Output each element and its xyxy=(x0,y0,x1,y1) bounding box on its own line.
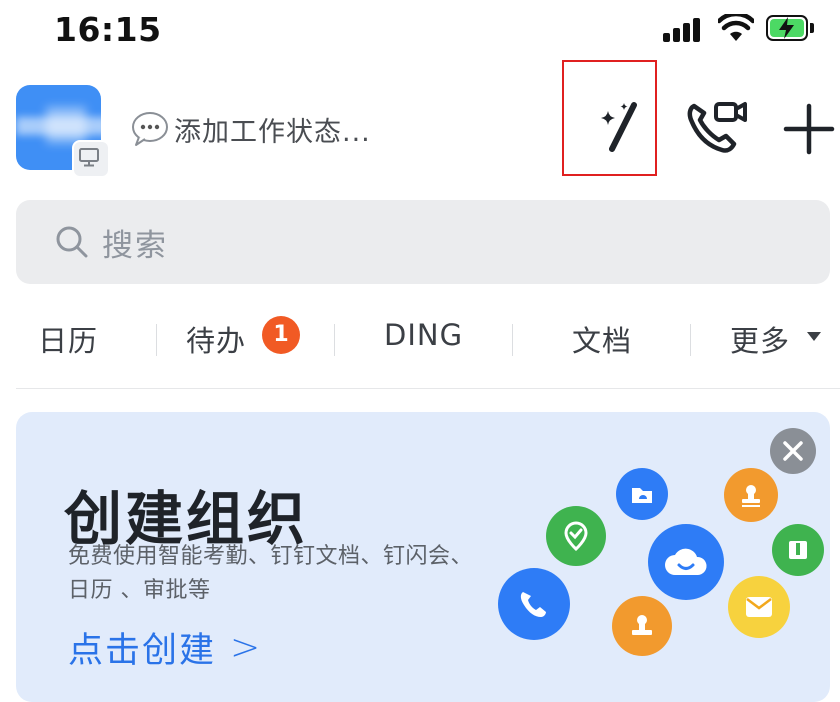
tab-divider xyxy=(512,324,513,356)
battery-charging-icon xyxy=(766,15,814,43)
cloud-drive-icon xyxy=(616,468,668,520)
location-check-icon xyxy=(546,506,606,566)
tab-todo[interactable]: 待办 xyxy=(186,318,246,360)
banner-description-line: 免费使用智能考勤、钉钉文档、钉闪会、 xyxy=(68,544,474,569)
stamp-icon xyxy=(612,596,672,656)
quick-tabs: 日历 待办 1 DING 文档 更多 xyxy=(0,310,840,370)
tab-divider xyxy=(690,324,691,356)
search-placeholder: 搜索 xyxy=(102,227,168,264)
create-org-banner[interactable]: 创建组织 免费使用智能考勤、钉钉文档、钉闪会、 日历 、审批等 点击创建 > xyxy=(16,412,830,702)
approval-stamp-icon xyxy=(724,468,778,522)
ai-magic-wand-icon[interactable] xyxy=(590,97,642,153)
book-icon xyxy=(772,524,824,576)
close-icon[interactable] xyxy=(770,428,816,474)
chevron-right-icon: > xyxy=(230,627,263,668)
wifi-icon xyxy=(716,11,756,46)
plus-icon[interactable] xyxy=(780,100,838,158)
cloud-smile-icon xyxy=(648,524,724,600)
status-time: 16:15 xyxy=(54,10,162,49)
mail-icon xyxy=(728,576,790,638)
tab-calendar[interactable]: 日历 xyxy=(38,318,98,360)
tab-more[interactable]: 更多 xyxy=(730,318,790,360)
work-status-button[interactable]: 添加工作状态... xyxy=(130,108,371,150)
tab-divider xyxy=(156,324,157,356)
banner-description: 免费使用智能考勤、钉钉文档、钉闪会、 日历 、审批等 xyxy=(68,540,508,608)
work-status-label: 添加工作状态... xyxy=(174,116,371,148)
tab-docs[interactable]: 文档 xyxy=(572,318,632,360)
caret-down-icon xyxy=(807,332,821,341)
tab-ding[interactable]: DING xyxy=(384,318,463,352)
phone-video-call-icon[interactable] xyxy=(684,98,750,154)
section-divider xyxy=(16,388,840,389)
search-bar[interactable]: 搜索 xyxy=(16,200,830,284)
create-now-link[interactable]: 点击创建 > xyxy=(68,622,262,673)
banner-description-line: 日历 、审批等 xyxy=(68,578,211,603)
create-now-label: 点击创建 xyxy=(68,631,217,671)
todo-count-badge: 1 xyxy=(262,316,300,354)
search-icon xyxy=(56,226,88,258)
phone-call-icon xyxy=(498,568,570,640)
tab-divider xyxy=(334,324,335,356)
desktop-online-icon xyxy=(72,140,110,178)
speech-bubble-icon xyxy=(132,112,168,146)
cellular-signal-icon xyxy=(663,18,705,42)
